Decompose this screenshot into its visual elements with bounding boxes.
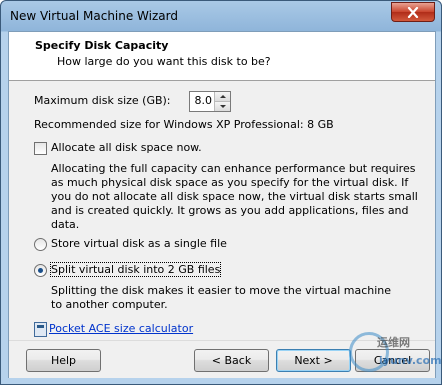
split-files-radio[interactable] (34, 264, 47, 277)
window-title: New Virtual Machine Wizard (10, 9, 178, 23)
back-button[interactable]: < Back (194, 349, 269, 372)
title-bar[interactable]: New Virtual Machine Wizard (1, 1, 441, 31)
wizard-window: New Virtual Machine Wizard Specify Disk … (0, 0, 442, 385)
spinner-up-button[interactable] (215, 92, 230, 102)
close-button[interactable] (391, 2, 435, 22)
page-subtitle: How large do you want this disk to be? (57, 55, 271, 68)
close-icon (407, 6, 419, 18)
single-file-radio[interactable] (34, 238, 47, 251)
max-disk-size-value[interactable]: 8.0 (195, 94, 213, 107)
max-disk-size-label: Maximum disk size (GB): (34, 94, 171, 107)
watermark-subtext: iyunv.com (379, 354, 442, 367)
allocate-all-label[interactable]: Allocate all disk space now. (51, 141, 202, 154)
spinner-buttons (214, 92, 230, 111)
wizard-client-area: Specify Disk Capacity How large do you w… (8, 31, 436, 378)
recommended-size-text: Recommended size for Windows XP Professi… (34, 118, 334, 131)
single-file-label[interactable]: Store virtual disk as a single file (51, 237, 227, 250)
allocate-all-checkbox[interactable] (34, 142, 47, 155)
radio-selected-dot (38, 268, 43, 273)
next-button-label: Next > (294, 354, 333, 367)
pocket-ace-calculator-link[interactable]: Pocket ACE size calculator (49, 322, 193, 335)
next-button[interactable]: Next > (276, 349, 351, 372)
watermark-text: 运维网 (377, 336, 410, 349)
wizard-header: Specify Disk Capacity How large do you w… (9, 32, 435, 81)
split-files-label[interactable]: Split virtual disk into 2 GB files (49, 262, 222, 277)
calculator-icon[interactable] (34, 322, 47, 337)
spinner-down-button[interactable] (215, 102, 230, 111)
max-disk-size-spinner[interactable]: 8.0 (189, 91, 231, 112)
split-description: Splitting the disk makes it easier to mo… (51, 284, 392, 311)
arrow-up-icon (219, 95, 226, 98)
watermark-logo: 运维网 iyunv.com (349, 332, 441, 380)
help-button[interactable]: Help (26, 349, 101, 372)
arrow-down-icon (219, 105, 226, 108)
page-title: Specify Disk Capacity (35, 39, 169, 52)
allocate-description: Allocating the full capacity can enhance… (51, 162, 418, 231)
